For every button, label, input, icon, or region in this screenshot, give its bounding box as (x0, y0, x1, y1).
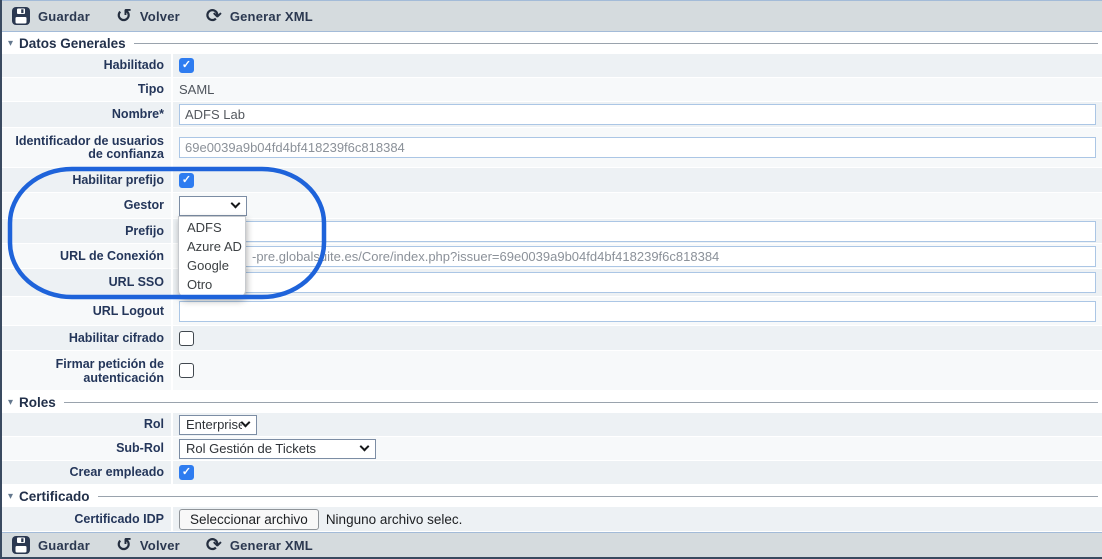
generate-xml-button-label: Generar XML (230, 9, 313, 24)
nombre-input[interactable] (179, 104, 1096, 125)
section-header-roles: ▾ Roles (2, 391, 1102, 413)
save-icon (12, 7, 30, 25)
identificador-input[interactable] (179, 137, 1096, 158)
generate-xml-button[interactable]: ⟳ Generar XML (206, 536, 313, 555)
sub-rol-selected-value: Rol Gestión de Tickets (186, 441, 316, 456)
bottom-toolbar: Guardar ↺ Volver ⟳ Generar XML (2, 532, 1102, 557)
field-label: Habilitar prefijo (2, 168, 173, 192)
sub-rol-select[interactable]: Rol Gestión de Tickets (179, 439, 376, 459)
row-habilitar-prefijo: Habilitar prefijo ✓ (2, 168, 1102, 193)
dropdown-option-google[interactable]: Google (179, 256, 245, 275)
section-divider (98, 496, 1098, 497)
tipo-value: SAML (179, 82, 214, 97)
collapse-triangle-icon[interactable]: ▾ (8, 397, 13, 408)
collapse-triangle-icon[interactable]: ▾ (8, 38, 13, 49)
section-header-certificado: ▾ Certificado (2, 485, 1102, 507)
row-tipo: Tipo SAML (2, 78, 1102, 102)
row-rol: Rol Enterprise (2, 413, 1102, 437)
file-select-button[interactable]: Seleccionar archivo (179, 509, 319, 530)
crear-empleado-checkbox[interactable]: ✓ (179, 465, 194, 480)
url-sso-input[interactable] (179, 272, 1096, 293)
field-label: Identificador de usuarios de confianza (2, 128, 173, 167)
top-toolbar: Guardar ↺ Volver ⟳ Generar XML (2, 0, 1102, 32)
dropdown-option-azure-ad[interactable]: Azure AD (179, 237, 245, 256)
refresh-icon: ⟳ (206, 536, 222, 555)
field-label: Sub-Rol (2, 437, 173, 460)
field-label: Certificado IDP (2, 507, 173, 531)
generate-xml-button-label: Generar XML (230, 538, 313, 553)
back-icon: ↺ (116, 7, 132, 26)
chevron-down-icon (241, 418, 251, 428)
save-button[interactable]: Guardar (12, 536, 90, 554)
dropdown-option-otro[interactable]: Otro (179, 275, 245, 294)
refresh-icon: ⟳ (206, 7, 222, 26)
rol-select[interactable]: Enterprise (179, 415, 257, 435)
row-nombre: Nombre* (2, 102, 1102, 128)
habilitar-cifrado-checkbox[interactable] (179, 331, 194, 346)
field-label: Prefijo (2, 219, 173, 243)
chevron-down-icon (360, 442, 370, 452)
row-url-conexion: URL de Conexión (2, 244, 1102, 269)
rol-selected-value: Enterprise (186, 417, 242, 432)
habilitar-prefijo-checkbox[interactable]: ✓ (179, 173, 194, 188)
back-button[interactable]: ↺ Volver (116, 7, 180, 26)
save-button[interactable]: Guardar (12, 7, 90, 25)
row-url-logout: URL Logout (2, 297, 1102, 326)
row-certificado-idp: Certificado IDP Seleccionar archivo Ning… (2, 507, 1102, 532)
saml-config-page: Guardar ↺ Volver ⟳ Generar XML ▾ Datos G… (0, 0, 1102, 559)
generate-xml-button[interactable]: ⟳ Generar XML (206, 7, 313, 26)
prefijo-input[interactable] (179, 221, 1096, 242)
save-button-label: Guardar (38, 538, 90, 553)
field-label: Nombre* (2, 102, 173, 127)
collapse-triangle-icon[interactable]: ▾ (8, 491, 13, 502)
firmar-peticion-checkbox[interactable] (179, 363, 194, 378)
habilitado-checkbox[interactable]: ✓ (179, 58, 194, 73)
row-identificador: Identificador de usuarios de confianza (2, 128, 1102, 168)
field-label: Habilitado (2, 54, 173, 77)
row-prefijo: Prefijo (2, 219, 1102, 244)
back-button[interactable]: ↺ Volver (116, 536, 180, 555)
back-button-label: Volver (140, 538, 180, 553)
field-label: URL de Conexión (2, 244, 173, 268)
file-status-text: Ninguno archivo selec. (326, 512, 463, 527)
field-label: URL Logout (2, 297, 173, 325)
section-divider (134, 43, 1098, 44)
back-button-label: Volver (140, 9, 180, 24)
field-label: Gestor (2, 193, 173, 218)
field-label: Habilitar cifrado (2, 326, 173, 350)
row-sub-rol: Sub-Rol Rol Gestión de Tickets (2, 437, 1102, 461)
section-title: Certificado (19, 489, 90, 504)
field-label: Tipo (2, 78, 173, 101)
section-header-datos-generales: ▾ Datos Generales (2, 32, 1102, 54)
chevron-down-icon (231, 199, 241, 209)
section-title: Roles (19, 395, 56, 410)
row-firmar-peticion: Firmar petición de autenticación (2, 351, 1102, 391)
section-title: Datos Generales (19, 36, 126, 51)
row-habilitar-cifrado: Habilitar cifrado (2, 326, 1102, 351)
save-button-label: Guardar (38, 9, 90, 24)
row-url-sso: URL SSO (2, 269, 1102, 297)
field-label: Crear empleado (2, 461, 173, 484)
gestor-select[interactable] (179, 196, 247, 216)
row-gestor: Gestor (2, 193, 1102, 219)
url-conexion-input[interactable] (179, 246, 1096, 267)
gestor-dropdown-popup: ADFS Azure AD Google Otro (178, 216, 246, 298)
field-label: Firmar petición de autenticación (2, 351, 173, 390)
section-divider (64, 402, 1098, 403)
dropdown-option-adfs[interactable]: ADFS (179, 218, 245, 237)
back-icon: ↺ (116, 536, 132, 555)
field-label: Rol (2, 413, 173, 436)
row-habilitado: Habilitado ✓ (2, 54, 1102, 78)
save-icon (12, 536, 30, 554)
field-label: URL SSO (2, 269, 173, 296)
row-crear-empleado: Crear empleado ✓ (2, 461, 1102, 485)
url-logout-input[interactable] (179, 301, 1096, 322)
